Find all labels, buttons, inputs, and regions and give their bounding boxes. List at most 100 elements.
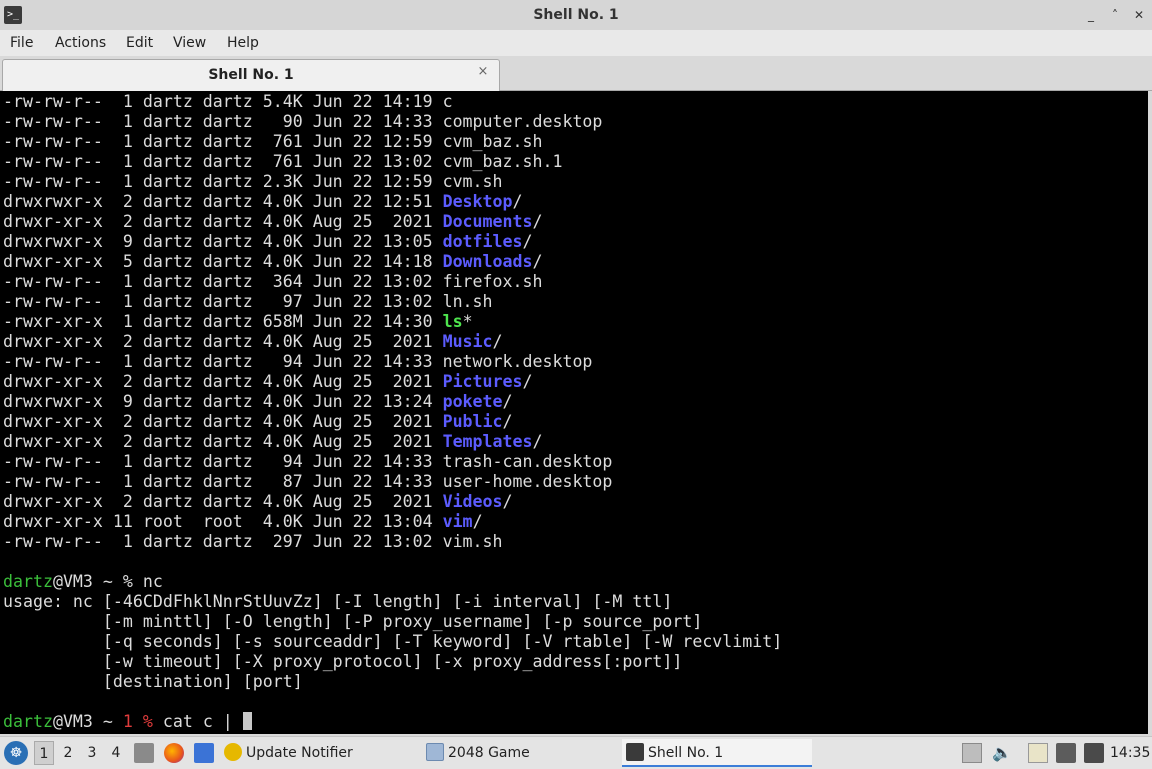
terminal-line: dartz@VM3 ~ % nc [3,572,782,592]
terminal-text: -rw-rw-r-- 1 dartz dartz 364 Jun 22 13:0… [3,272,543,291]
start-menu-icon[interactable]: ☸ [4,741,28,765]
terminal-line: [-m minttl] [-O length] [-P proxy_userna… [3,612,782,632]
directory-name: Music [442,332,493,351]
terminal-text: * [462,312,473,331]
game-window-icon [426,743,444,761]
workspace-3[interactable]: 3 [82,741,102,765]
terminal-text: -rw-rw-r-- 1 dartz dartz 94 Jun 22 14:33… [3,352,593,371]
terminal-line: drwxr-xr-x 2 dartz dartz 4.0K Aug 25 202… [3,412,782,432]
terminal-text: -rw-rw-r-- 1 dartz dartz 761 Jun 22 13:0… [3,152,563,171]
task-label: 2048 Game [448,745,530,761]
maximize-button[interactable]: ˄ [1106,6,1124,24]
terminal-text: [destination] [port] [3,672,303,691]
terminal-text: [-q seconds] [-s sourceaddr] [-T keyword… [3,632,783,651]
directory-name: dotfiles [442,232,523,251]
clipboard-icon[interactable] [1028,743,1048,763]
terminal-text: drwxrwxr-x 2 dartz dartz 4.0K Jun 22 12:… [3,192,443,211]
terminal-text: cat c | [152,712,243,731]
terminal-line: drwxrwxr-x 9 dartz dartz 4.0K Jun 22 13:… [3,232,782,252]
terminal-text: -rw-rw-r-- 1 dartz dartz 87 Jun 22 14:33… [3,472,613,491]
terminal-text: dartz [3,712,53,731]
tab-close-icon[interactable]: × [475,64,491,80]
terminal-text: [-w timeout] [-X proxy_protocol] [-x pro… [3,652,683,671]
terminal-text: dartz [3,572,53,591]
tab-shell-no-1[interactable]: Shell No. 1 × [2,59,500,91]
terminal-text: -rwxr-xr-x 1 dartz dartz 658M Jun 22 14:… [3,312,443,331]
workspace-4[interactable]: 4 [106,741,126,765]
network-icon[interactable] [1056,743,1076,763]
terminal-line: drwxr-xr-x 2 dartz dartz 4.0K Aug 25 202… [3,332,782,352]
terminal-text: 1 % [122,712,153,731]
updates-icon[interactable] [962,743,982,763]
task-label: Update Notifier [246,745,353,761]
firefox-icon[interactable] [164,743,184,763]
terminal-icon [626,743,644,761]
terminal-line: drwxr-xr-x 2 dartz dartz 4.0K Aug 25 202… [3,212,782,232]
task-2048-game[interactable]: 2048 Game [426,739,616,767]
title-bar[interactable]: >_ Shell No. 1 _ ˄ ◇ ✕ [0,0,1152,31]
tab-label: Shell No. 1 [208,67,294,83]
terminal-text: / [472,512,483,531]
terminal-line: drwxr-xr-x 11 root root 4.0K Jun 22 13:0… [3,512,782,532]
terminal-text: / [502,492,513,511]
taskbar: ☸ 1 2 3 4 Update Notifier 2048 Game Shel… [0,736,1152,769]
terminal-line: -rw-rw-r-- 1 dartz dartz 94 Jun 22 14:33… [3,352,782,372]
terminal-output[interactable]: -rw-rw-r-- 1 dartz dartz 5.4K Jun 22 14:… [0,91,1152,734]
terminal-text: / [532,212,543,231]
terminal-text: -rw-rw-r-- 1 dartz dartz 90 Jun 22 14:33… [3,112,603,131]
directory-name: pokete [442,392,503,411]
terminal-text: usage: nc [-46CDdFhklNnrStUuvZz] [-I len… [3,592,673,611]
task-update-notifier[interactable]: Update Notifier [224,739,414,767]
terminal-cursor [242,712,252,730]
terminal-text: / [522,232,533,251]
terminal-line: -rwxr-xr-x 1 dartz dartz 658M Jun 22 14:… [3,312,782,332]
directory-name: Desktop [442,192,513,211]
terminal-window: >_ Shell No. 1 _ ˄ ◇ ✕ File Actions Edit… [0,0,1152,736]
terminal-line: -rw-rw-r-- 1 dartz dartz 761 Jun 22 12:5… [3,132,782,152]
menu-help[interactable]: Help [227,30,259,56]
terminal-text: / [502,412,513,431]
terminal-line: [-q seconds] [-s sourceaddr] [-T keyword… [3,632,782,652]
terminal-line: drwxr-xr-x 2 dartz dartz 4.0K Aug 25 202… [3,492,782,512]
close-button[interactable]: ✕ [1130,6,1148,24]
clock: 14:35 [1110,745,1151,761]
workspace-2[interactable]: 2 [58,741,78,765]
terminal-line: -rw-rw-r-- 1 dartz dartz 297 Jun 22 13:0… [3,532,782,552]
terminal-text: -rw-rw-r-- 1 dartz dartz 94 Jun 22 14:33… [3,452,613,471]
terminal-line: -rw-rw-r-- 1 dartz dartz 94 Jun 22 14:33… [3,452,782,472]
minimize-button[interactable]: _ [1082,6,1100,24]
terminal-line: drwxr-xr-x 2 dartz dartz 4.0K Aug 25 202… [3,432,782,452]
directory-name: Documents [442,212,533,231]
terminal-text: -rw-rw-r-- 1 dartz dartz 97 Jun 22 13:02… [3,292,493,311]
menu-view[interactable]: View [173,30,206,56]
keyboard-icon[interactable] [1084,743,1104,763]
directory-name: Templates [442,432,533,451]
menu-actions[interactable]: Actions [55,30,106,56]
file-manager-icon[interactable] [134,743,154,763]
terminal-line: -rw-rw-r-- 1 dartz dartz 364 Jun 22 13:0… [3,272,782,292]
terminal-line: drwxrwxr-x 9 dartz dartz 4.0K Jun 22 13:… [3,392,782,412]
directory-name: Public [442,412,503,431]
terminal-lines: -rw-rw-r-- 1 dartz dartz 5.4K Jun 22 14:… [3,92,782,732]
terminal-line: drwxr-xr-x 2 dartz dartz 4.0K Aug 25 202… [3,372,782,392]
desktop-icon[interactable] [194,743,214,763]
task-shell-no-1[interactable]: Shell No. 1 [622,739,812,767]
terminal-text: drwxrwxr-x 9 dartz dartz 4.0K Jun 22 13:… [3,232,443,251]
terminal-line: [destination] [port] [3,672,782,692]
workspace-1[interactable]: 1 [34,741,54,765]
update-notifier-icon [224,743,242,761]
terminal-text: drwxrwxr-x 9 dartz dartz 4.0K Jun 22 13:… [3,392,443,411]
terminal-text: drwxr-xr-x 2 dartz dartz 4.0K Aug 25 202… [3,492,443,511]
volume-icon[interactable]: 🔈 [992,743,1012,763]
terminal-text: -rw-rw-r-- 1 dartz dartz 297 Jun 22 13:0… [3,532,503,551]
terminal-text: / [532,252,543,271]
terminal-text: [-m minttl] [-O length] [-P proxy_userna… [3,612,703,631]
terminal-text: drwxr-xr-x 2 dartz dartz 4.0K Aug 25 202… [3,412,443,431]
terminal-text: -rw-rw-r-- 1 dartz dartz 761 Jun 22 12:5… [3,132,543,151]
terminal-text: / [532,432,543,451]
menu-file[interactable]: File [10,30,33,56]
terminal-text: / [502,392,513,411]
menu-edit[interactable]: Edit [126,30,153,56]
